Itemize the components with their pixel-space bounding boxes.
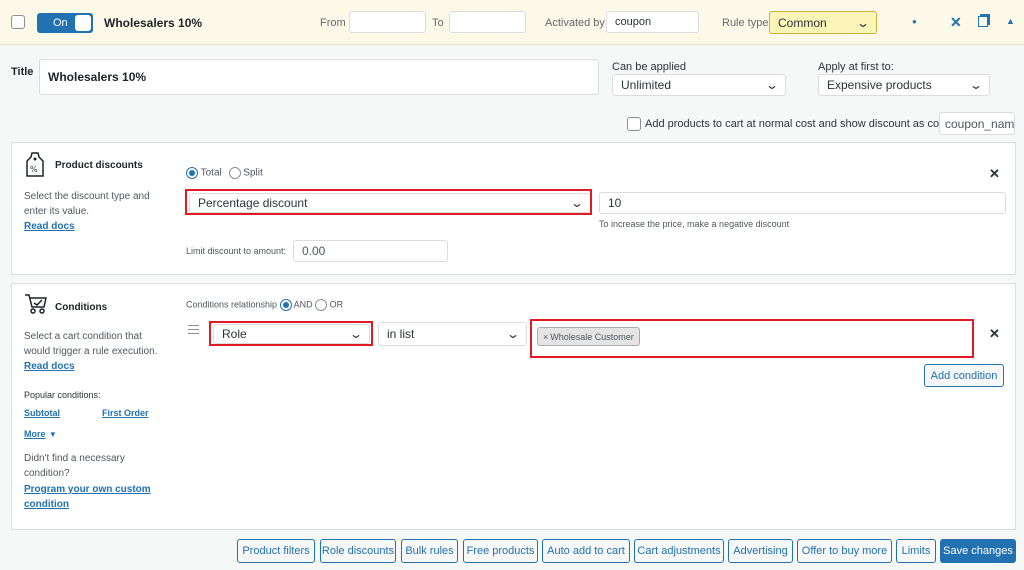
chevron-down-icon: ⌄ (855, 15, 871, 30)
caret-down-icon: ▼ (48, 430, 57, 439)
conditions-heading: Conditions (55, 302, 108, 313)
cart-icon (25, 294, 47, 314)
conditions-relationship: Conditions relationship AND OR (186, 299, 343, 311)
rule-type-select[interactable]: Common ⌄ (769, 11, 877, 34)
condition-operator-select[interactable]: in list ⌄ (378, 322, 527, 346)
from-label: From (320, 17, 346, 29)
condition-type-highlight (209, 321, 373, 346)
from-date-input[interactable] (349, 11, 426, 33)
advertising-button[interactable]: Advertising (728, 539, 793, 563)
remove-discount-icon[interactable]: ✕ (989, 166, 1000, 182)
copy-icon[interactable] (978, 14, 990, 27)
add-condition-button[interactable]: Add condition (924, 364, 1004, 387)
rule-type-value: Common (778, 15, 827, 30)
toggle-knob (75, 15, 91, 31)
chevron-down-icon: ⌄ (505, 327, 521, 341)
toggle-label: On (53, 17, 68, 29)
chevron-down-icon: ⌄ (968, 78, 984, 92)
activated-by-label: Activated by (545, 17, 605, 29)
coupon-checkbox-label: Add products to cart at normal cost and … (645, 118, 964, 130)
can-be-applied-value: Unlimited (621, 78, 672, 92)
limits-button[interactable]: Limits (896, 539, 936, 563)
title-label: Title (11, 66, 34, 78)
radio-and[interactable] (279, 299, 292, 311)
rule-type-label: Rule type (722, 17, 769, 29)
rule-settings-area: Title Wholesalers 10% Can be applied Unl… (0, 45, 1024, 141)
popular-first-order-link[interactable]: First Order (102, 408, 149, 418)
collapse-icon[interactable]: ▲ (1006, 16, 1015, 26)
conditions-read-docs-link[interactable]: Read docs (24, 361, 75, 372)
rule-header: On Wholesalers 10% From To Activated by … (0, 0, 1024, 45)
read-docs-link[interactable]: Read docs (24, 221, 75, 232)
chevron-down-icon: ⌄ (764, 78, 780, 92)
relationship-label: Conditions relationship (186, 299, 278, 310)
custom-condition-link[interactable]: Program your own custom condition (24, 482, 174, 512)
role-discounts-button[interactable]: Role discounts (320, 539, 396, 563)
radio-split-label: Split (243, 167, 263, 179)
to-date-input[interactable] (449, 11, 526, 33)
bulk-rules-button[interactable]: Bulk rules (401, 539, 458, 563)
apply-first-label: Apply at first to: (818, 61, 894, 73)
product-filters-button[interactable]: Product filters (237, 539, 315, 563)
radio-total[interactable] (186, 167, 198, 179)
close-icon[interactable]: ✕ (950, 14, 962, 31)
cart-adjustments-button[interactable]: Cart adjustments (634, 539, 724, 563)
discount-value-input[interactable]: 10 (599, 192, 1006, 214)
svg-text:%: % (30, 165, 38, 174)
not-found-text: Didn't find a necessary condition? (24, 453, 125, 479)
can-be-applied-label: Can be applied (612, 61, 687, 73)
radio-split[interactable] (228, 167, 241, 179)
auto-add-to-cart-button[interactable]: Auto add to cart (542, 539, 630, 563)
offer-to-buy-more-button[interactable]: Offer to buy more (797, 539, 892, 563)
popular-subtotal-link[interactable]: Subtotal (24, 408, 60, 418)
limit-input[interactable]: 0.00 (293, 240, 448, 262)
pin-icon[interactable]: ● (912, 17, 917, 26)
product-discounts-heading: Product discounts (55, 160, 143, 171)
remove-condition-icon[interactable]: ✕ (989, 326, 1000, 342)
rule-name: Wholesalers 10% (104, 16, 203, 30)
split-type-radios: Total Split (186, 167, 263, 179)
save-changes-button[interactable]: Save changes (940, 539, 1016, 563)
limit-label: Limit discount to amount: (186, 246, 287, 256)
to-label: To (432, 17, 444, 29)
drag-handle-icon[interactable] (188, 325, 199, 334)
condition-operator-value: in list (387, 327, 415, 341)
coupon-name-input[interactable]: coupon_name (939, 112, 1015, 135)
apply-first-select[interactable]: Expensive products ⌄ (818, 74, 990, 96)
discount-type-highlight (185, 189, 592, 215)
discount-hint: To increase the price, make a negative d… (599, 219, 790, 229)
more-conditions-toggle[interactable]: More ▼ (24, 426, 57, 440)
coupon-checkbox[interactable] (627, 117, 641, 131)
can-be-applied-select[interactable]: Unlimited ⌄ (612, 74, 786, 96)
conditions-description: Select a cart condition that would trigg… (24, 331, 158, 357)
apply-first-value: Expensive products (827, 78, 932, 92)
activated-by-input[interactable]: coupon (606, 11, 699, 33)
rule-select-checkbox[interactable] (11, 15, 25, 29)
product-discounts-description: Select the discount type and enter its v… (24, 191, 150, 217)
discount-tag-icon: % (26, 152, 44, 177)
free-products-button[interactable]: Free products (463, 539, 538, 563)
radio-or[interactable] (315, 299, 328, 311)
rule-enabled-toggle[interactable]: On (37, 13, 93, 33)
popular-conditions-label: Popular conditions: (24, 390, 101, 400)
radio-total-label: Total (200, 167, 222, 179)
title-input[interactable]: Wholesalers 10% (39, 59, 599, 95)
more-link: More (24, 429, 46, 439)
radio-or-label: OR (329, 299, 344, 310)
radio-and-label: AND (293, 299, 313, 310)
condition-values-highlight (530, 319, 974, 358)
